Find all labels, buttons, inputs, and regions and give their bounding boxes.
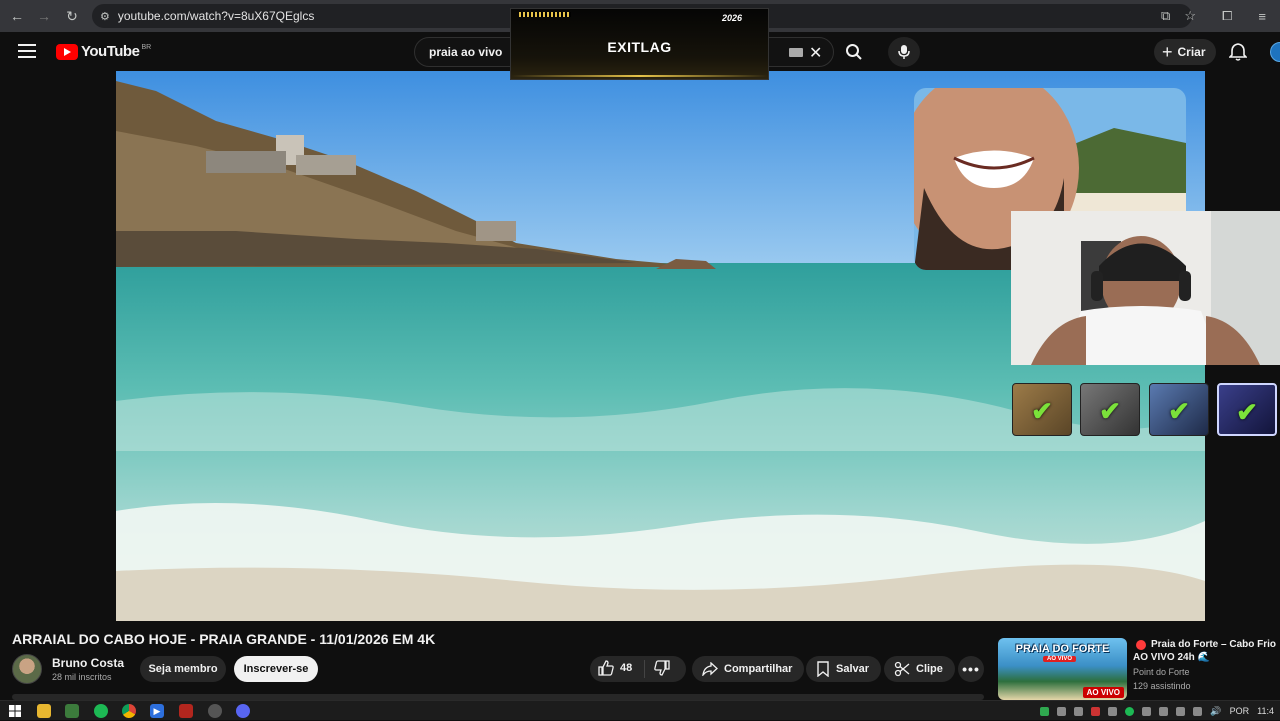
network-icon[interactable] [1193, 706, 1203, 716]
volume-icon[interactable]: 🔊 [1210, 706, 1221, 717]
thumbs-up-icon [598, 660, 614, 676]
file-explorer-icon[interactable] [37, 704, 51, 718]
forward-arrow-icon[interactable]: → [30, 2, 58, 30]
subscribe-button[interactable]: Inscrever-se [234, 656, 318, 682]
check-icon: ✔ [1168, 396, 1190, 426]
related-channel-name[interactable]: Point do Forte [1133, 667, 1190, 677]
url-text: youtube.com/watch?v=8uX67QEglcs [117, 9, 315, 23]
overlay-underline [511, 75, 768, 77]
achievement-tile: ✔ [1080, 383, 1140, 436]
voice-search-button[interactable] [888, 37, 920, 67]
save-button[interactable]: Salvar [806, 656, 882, 682]
like-button[interactable]: 48 [598, 660, 632, 676]
scissors-icon [894, 661, 910, 677]
keyboard-icon[interactable] [789, 48, 803, 57]
share-icon [702, 662, 718, 676]
reload-icon[interactable]: ↻ [58, 2, 86, 30]
achievement-tile: ✔ [1149, 383, 1209, 436]
like-count: 48 [620, 662, 633, 674]
spotify-icon[interactable] [94, 704, 108, 718]
create-label: Criar [1177, 45, 1206, 59]
related-title-line2: AO VIVO 24h 🌊 [1133, 652, 1210, 663]
tray-app-icon[interactable] [1057, 706, 1067, 716]
check-icon: ✔ [1031, 396, 1053, 426]
overlay-stripe [519, 12, 571, 17]
thumbnail-subtitle: AO VIVO [1043, 656, 1077, 662]
like-dislike-group: 48 [590, 656, 686, 682]
join-member-button[interactable]: Seja membro [140, 656, 226, 682]
search-icon [846, 44, 862, 60]
dislike-button[interactable] [654, 660, 670, 681]
site-info-icon[interactable]: ⚙ [100, 10, 110, 23]
exitlag-logo-rest: LAG [640, 39, 672, 55]
more-actions-button[interactable]: ••• [958, 656, 984, 682]
subscriber-count: 28 mil inscritos [52, 672, 112, 682]
logo-text: YouTube [81, 43, 140, 60]
tray-app-icon[interactable] [1074, 706, 1084, 716]
tray-app-icon[interactable] [1125, 706, 1135, 716]
input-language[interactable]: POR [1230, 706, 1250, 716]
live-badge: AO VIVO [1082, 687, 1124, 698]
clear-search-icon[interactable]: ✕ [809, 43, 822, 63]
settings-app-icon[interactable] [208, 704, 222, 718]
notifications-bell-icon[interactable] [1228, 42, 1248, 67]
youtube-play-icon [56, 43, 78, 60]
extensions-icon[interactable]: ⧠ [1222, 8, 1232, 24]
clock[interactable]: 11:4 [1257, 706, 1274, 716]
tray-app-icon[interactable] [1142, 706, 1152, 716]
save-playlist-icon [817, 661, 829, 677]
check-icon: ✔ [1236, 397, 1258, 427]
cast-icon[interactable]: ⧉ [1161, 8, 1170, 24]
windows-start-icon[interactable] [8, 704, 22, 718]
search-query: praia ao vivo [429, 45, 503, 59]
share-label: Compartilhar [724, 663, 793, 675]
shield-app-icon[interactable] [65, 704, 79, 718]
share-button[interactable]: Compartilhar [692, 656, 805, 682]
exitlag-logo: EXITLAG [511, 39, 768, 55]
tray-app-icon[interactable] [1091, 706, 1101, 716]
save-label: Salvar [836, 663, 870, 675]
chrome-icon[interactable] [122, 704, 136, 718]
clip-label: Clipe [916, 663, 943, 675]
media-player-icon[interactable]: ▶ [150, 704, 164, 718]
windows-taskbar: ▶ 🔊 POR 11:4 [0, 700, 1280, 720]
channel-name[interactable]: Bruno Costa [52, 656, 124, 670]
country-code: BR [141, 44, 152, 51]
microphone-tray-icon[interactable] [1159, 706, 1169, 716]
discord-icon[interactable] [236, 704, 250, 718]
streamer-webcam [1011, 211, 1280, 365]
system-tray: 🔊 POR 11:4 [1040, 701, 1274, 721]
exitlag-logo-bold: EXIT [607, 39, 641, 55]
achievement-tiles: ✔ ✔ ✔ ✔ [1011, 381, 1280, 438]
overlay-badge: 2026 [721, 13, 742, 23]
check-icon: ✔ [1099, 396, 1121, 426]
thumbnail-title: PRAIA DO FORTE [1015, 643, 1110, 655]
calendar-app-icon[interactable] [179, 704, 193, 718]
achievement-tile: ✔ [1217, 383, 1277, 436]
create-button[interactable]: + Criar [1154, 39, 1216, 65]
hamburger-menu-icon[interactable] [18, 44, 36, 58]
clip-button[interactable]: Clipe [884, 656, 955, 682]
bookmark-star-icon[interactable]: ☆ [1184, 8, 1196, 24]
microphone-icon [898, 45, 910, 59]
tray-app-icon[interactable] [1040, 706, 1050, 716]
related-video-title[interactable]: Praia do Forte – Cabo Frio AO VIVO 24h 🌊 [1133, 638, 1280, 664]
plus-icon: + [1162, 42, 1173, 62]
account-avatar[interactable] [1270, 42, 1280, 62]
video-title: ARRAIAL DO CABO HOJE - PRAIA GRANDE - 11… [12, 631, 436, 647]
channel-avatar[interactable] [12, 654, 42, 684]
exitlag-overlay: 2026 EXITLAG [510, 8, 769, 80]
related-video-thumbnail[interactable]: PRAIA DO FORTE AO VIVO AO VIVO [998, 638, 1127, 700]
search-button[interactable] [834, 37, 874, 67]
tray-app-icon[interactable] [1108, 706, 1118, 716]
youtube-logo[interactable]: YouTube BR [56, 43, 151, 60]
like-divider [644, 660, 645, 678]
menu-icon[interactable]: ≡ [1258, 9, 1266, 24]
achievement-tile: ✔ [1012, 383, 1072, 436]
related-viewer-count: 129 assistindo [1133, 681, 1191, 691]
related-title-line1: Praia do Forte – Cabo Frio [1151, 639, 1277, 650]
back-arrow-icon[interactable]: ← [3, 2, 31, 30]
battery-icon[interactable] [1176, 706, 1186, 716]
thumbs-down-icon [654, 660, 670, 676]
